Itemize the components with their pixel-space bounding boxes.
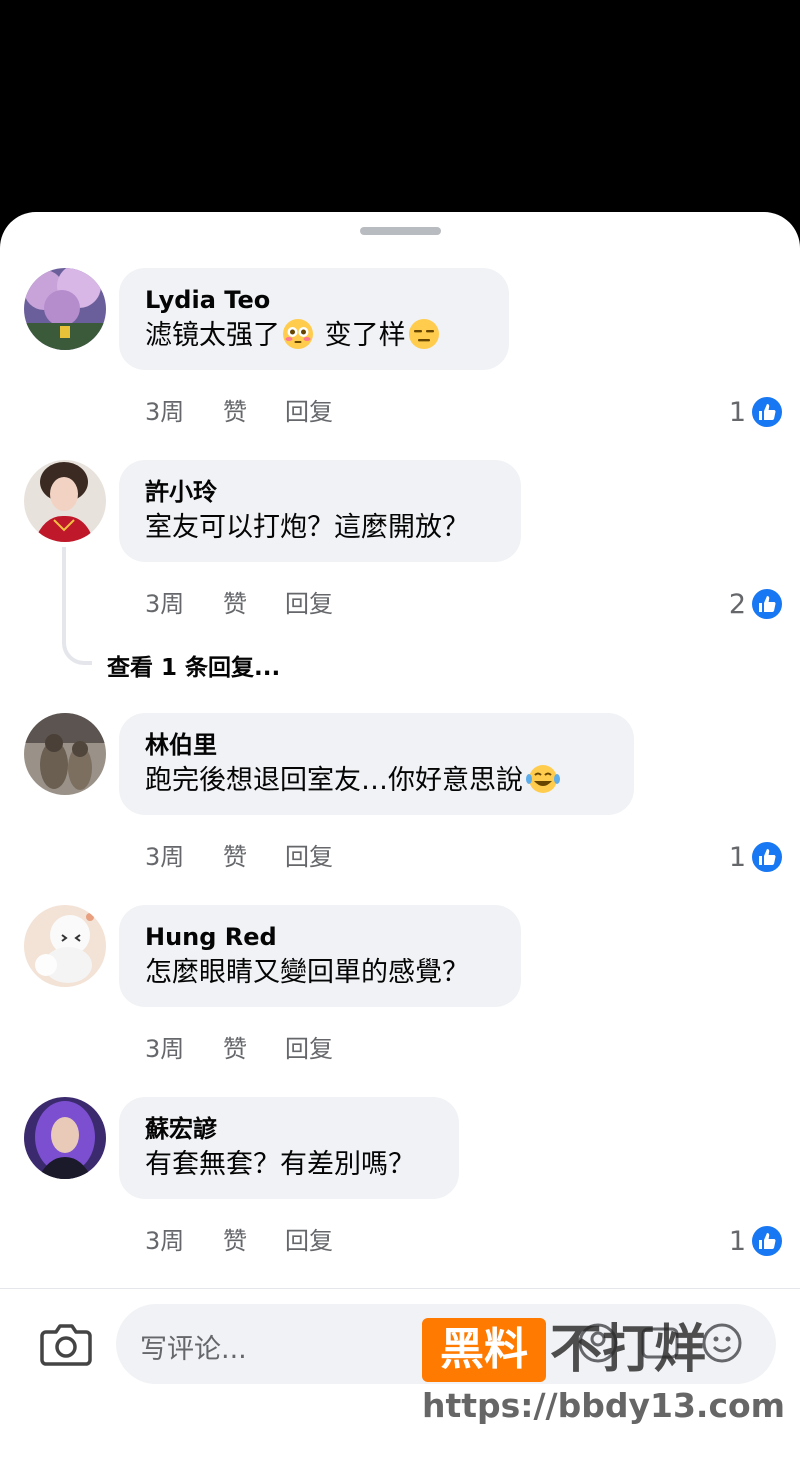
comment-bubble[interactable]: Lydia Teo 滤镜太强了 变了样 xyxy=(119,268,509,370)
watermark-url: https://bbdy13.com xyxy=(422,1386,786,1425)
reply-link[interactable]: 回复 xyxy=(285,841,333,873)
reply-link[interactable]: 回复 xyxy=(285,1225,333,1257)
comment-meta: 3周 赞回复 xyxy=(145,396,333,428)
comment-bubble[interactable]: 林伯里 跑完後想退回室友…你好意思說 xyxy=(119,713,634,815)
reply-link[interactable]: 回复 xyxy=(285,396,333,428)
comment-author[interactable]: 許小玲 xyxy=(145,476,495,508)
camera-icon[interactable] xyxy=(40,1322,92,1366)
avatar[interactable] xyxy=(24,905,106,987)
comment-item: 林伯里 跑完後想退回室友…你好意思說 3周 赞回复 1 xyxy=(0,713,800,883)
comment-meta: 3周 赞回复 xyxy=(145,841,333,873)
comment-meta: 3周 赞回复 xyxy=(145,1033,333,1065)
comment-author[interactable]: Hung Red xyxy=(145,921,495,953)
comment-author[interactable]: 蘇宏諺 xyxy=(145,1113,433,1145)
comment-meta: 3周 赞回复 xyxy=(145,588,333,620)
comment-input-placeholder: 写评论... xyxy=(140,1334,247,1365)
expressionless-emoji-icon xyxy=(408,318,440,362)
like-count[interactable]: 2 xyxy=(729,586,784,622)
comment-author[interactable]: 林伯里 xyxy=(145,729,608,761)
like-link[interactable]: 赞 xyxy=(223,1033,285,1065)
like-link[interactable]: 赞 xyxy=(223,588,285,620)
comment-bubble[interactable]: 蘇宏諺 有套無套？有差別嗎？ xyxy=(119,1097,459,1199)
comment-item: 蘇宏諺 有套無套？有差別嗎？ 3周 赞回复 1 xyxy=(0,1097,800,1267)
avatar[interactable] xyxy=(24,268,106,350)
sheet-drag-handle[interactable] xyxy=(360,227,441,235)
comment-text-part: 跑完後想退回室友…你好意思說 xyxy=(145,765,523,796)
like-count[interactable]: 1 xyxy=(729,1223,784,1259)
video-background xyxy=(0,0,800,215)
like-count-number: 2 xyxy=(728,588,746,620)
watermark-badge: 黑料 xyxy=(422,1318,546,1382)
avatar[interactable] xyxy=(24,713,106,795)
comment-time: 3周 xyxy=(145,398,185,426)
comment-author[interactable]: Lydia Teo xyxy=(145,284,483,316)
like-link[interactable]: 赞 xyxy=(223,841,285,873)
like-count-number: 1 xyxy=(728,396,746,428)
watermark-text: 不打烊 xyxy=(550,1320,707,1380)
comment-meta: 3周 赞回复 xyxy=(145,1225,333,1257)
comment-item: Hung Red 怎麼眼睛又變回單的感覺？ 3周 赞回复 xyxy=(0,905,800,1075)
view-replies-link[interactable]: 查看 1 条回复... xyxy=(107,648,280,682)
comment-text: 室友可以打炮？這麼開放？ xyxy=(145,512,469,543)
comment-time: 3周 xyxy=(145,843,185,871)
comment-text: 有套無套？有差別嗎？ xyxy=(145,1149,415,1180)
comment-text: 滤镜太强了 变了样 xyxy=(145,316,483,362)
comment-time: 3周 xyxy=(145,1035,185,1063)
reply-thread-line xyxy=(62,547,92,665)
comment-time: 3周 xyxy=(145,1227,185,1255)
thumbs-up-icon xyxy=(750,587,784,621)
thumbs-up-icon xyxy=(750,840,784,874)
thumbs-up-icon xyxy=(750,395,784,429)
comment-text: 怎麼眼睛又變回單的感覺？ xyxy=(145,957,469,988)
thumbs-up-icon xyxy=(750,1224,784,1258)
avatar[interactable] xyxy=(24,1097,106,1179)
reply-link[interactable]: 回复 xyxy=(285,588,333,620)
tears-of-joy-emoji-icon xyxy=(525,763,561,807)
comment-text-part: 变了样 xyxy=(316,320,406,351)
comment-text-part: 滤镜太强了 xyxy=(145,320,280,351)
like-count[interactable]: 1 xyxy=(729,394,784,430)
comment-bubble[interactable]: Hung Red 怎麼眼睛又變回單的感覺？ xyxy=(119,905,521,1007)
like-count-number: 1 xyxy=(728,841,746,873)
comment-bubble[interactable]: 許小玲 室友可以打炮？這麼開放？ xyxy=(119,460,521,562)
flushed-emoji-icon xyxy=(282,318,314,362)
reply-link[interactable]: 回复 xyxy=(285,1033,333,1065)
comment-time: 3周 xyxy=(145,590,185,618)
avatar[interactable] xyxy=(24,460,106,542)
comment-item: 許小玲 室友可以打炮？這麼開放？ 3周 赞回复 2 xyxy=(0,460,800,630)
like-count-number: 1 xyxy=(728,1225,746,1257)
like-link[interactable]: 赞 xyxy=(223,1225,285,1257)
like-link[interactable]: 赞 xyxy=(223,396,285,428)
comment-item: Lydia Teo 滤镜太强了 变了样 3周 赞回复 1 xyxy=(0,268,800,438)
comment-text: 跑完後想退回室友…你好意思說 xyxy=(145,761,608,807)
like-count[interactable]: 1 xyxy=(729,839,784,875)
